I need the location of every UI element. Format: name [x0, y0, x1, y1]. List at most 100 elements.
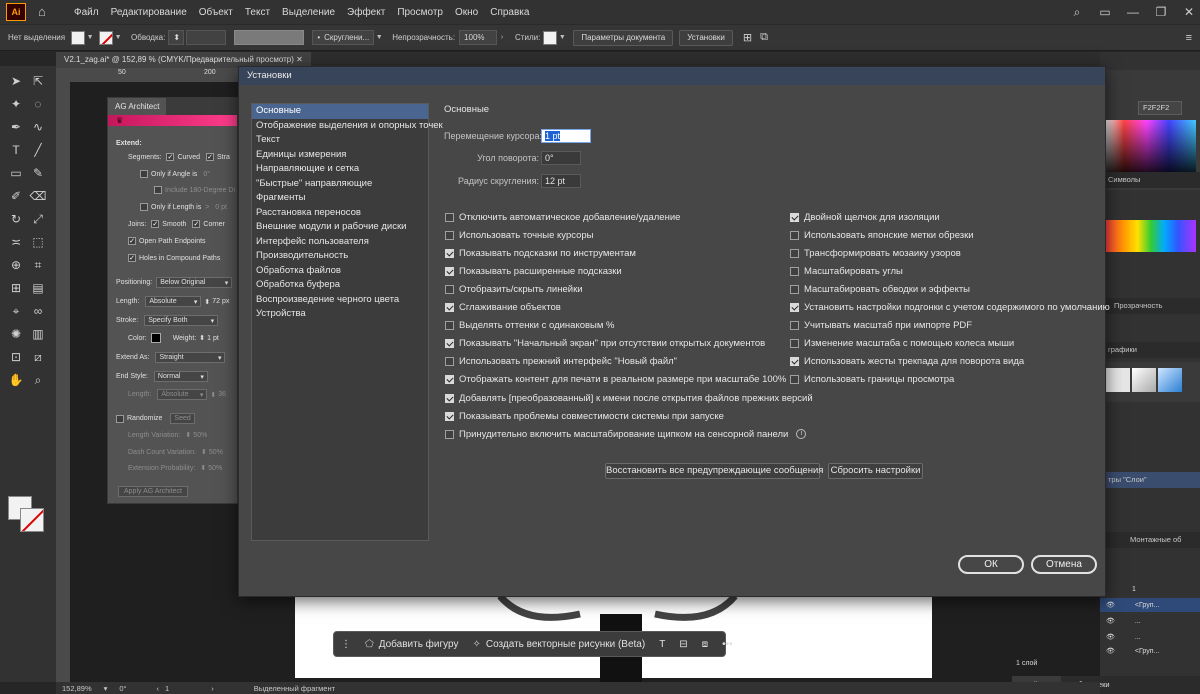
option-checkbox[interactable]	[445, 230, 454, 240]
preference-option[interactable]: Отображать контент для печати в реальном…	[445, 374, 786, 386]
option-checkbox[interactable]	[445, 266, 454, 276]
option-checkbox[interactable]	[790, 248, 799, 258]
preference-option[interactable]: Использовать границы просмотра	[790, 374, 954, 386]
length-stepper-icon[interactable]: ⬍	[204, 298, 210, 306]
category-item[interactable]: Единицы измерения	[252, 148, 428, 163]
preference-option[interactable]: Принудительно включить масштабирование щ…	[445, 428, 807, 440]
more-icon[interactable]: •••	[715, 639, 740, 650]
category-item[interactable]: Отображение выделения и опорных точек	[252, 119, 443, 134]
ok-button[interactable]: ОК	[958, 555, 1024, 574]
preferences-button[interactable]: Установки	[679, 29, 733, 46]
category-item[interactable]: Обработка буфера	[252, 278, 428, 293]
corner-checkbox[interactable]: ✓	[192, 220, 201, 228]
reset-settings-button[interactable]: Сбросить настройки	[828, 463, 923, 479]
preference-option[interactable]: Сглаживание объектов	[445, 302, 561, 314]
preference-option[interactable]: Отобразить/скрыть линейки	[445, 283, 583, 295]
vertical-ruler[interactable]	[56, 82, 70, 682]
menu-item[interactable]: Просмотр	[391, 7, 449, 18]
menu-item[interactable]: Выделение	[276, 7, 341, 18]
menu-item[interactable]: Редактирование	[105, 7, 193, 18]
option-checkbox[interactable]	[790, 303, 799, 312]
length-mode-select[interactable]: Absolute ▾	[145, 296, 202, 307]
option-checkbox[interactable]	[445, 393, 454, 403]
dash-count-value[interactable]: 50%	[209, 449, 223, 456]
search-icon[interactable]: ⌕	[1066, 5, 1088, 20]
option-checkbox[interactable]	[790, 212, 799, 222]
menu-item[interactable]: Окно	[449, 7, 484, 18]
layer-style-header[interactable]: тры "Слои"	[1100, 472, 1200, 488]
stroke-weight-stepper[interactable]: ⬍	[168, 30, 185, 45]
line-tool-icon[interactable]: ╱	[28, 141, 48, 159]
artboard-number[interactable]: 1	[165, 684, 169, 693]
rotate-tool-icon[interactable]: ↻	[6, 210, 26, 228]
menu-item[interactable]: Текст	[239, 7, 276, 18]
preference-option[interactable]: Показывать "Начальный экран" при отсутст…	[445, 338, 765, 350]
create-vector-button[interactable]: ✧ Создать векторные рисунки (Beta)	[465, 639, 652, 650]
preference-option[interactable]: Двойной щелчок для изоляции	[790, 211, 940, 223]
selection-tool-icon[interactable]: ➤	[6, 72, 26, 90]
shaper-tool-icon[interactable]: ✐	[6, 187, 26, 205]
smooth-checkbox[interactable]: ✓	[151, 220, 160, 228]
eye-icon[interactable]: 👁	[1106, 601, 1115, 609]
color-spectrum[interactable]	[1106, 120, 1196, 180]
category-item[interactable]: Производительность	[252, 249, 428, 264]
apply-ag-architect-button[interactable]: Apply AG Architect	[118, 486, 188, 497]
cursor-key-input[interactable]: 1 pt	[541, 129, 591, 143]
stepper-icon[interactable]: ⬍	[201, 448, 207, 456]
positioning-select[interactable]: Below Original ▾	[156, 277, 233, 288]
option-checkbox[interactable]	[790, 321, 799, 331]
symbols-panel-header[interactable]: Символы	[1100, 172, 1200, 188]
chevron-right-icon[interactable]: ›	[497, 34, 507, 41]
preference-option[interactable]: Использовать прежний интерфейс "Новый фа…	[445, 356, 677, 368]
preference-option[interactable]: Масштабировать углы	[790, 265, 903, 277]
perspective-grid-icon[interactable]: ⌗	[28, 256, 48, 274]
category-item[interactable]: Текст	[252, 133, 428, 148]
stroke-select[interactable]: Specify Both ▾	[144, 315, 219, 326]
radius-input[interactable]: 12 pt	[541, 174, 581, 188]
weight-value[interactable]: 1 pt	[207, 335, 219, 342]
stroke-color-icon[interactable]	[20, 508, 44, 532]
holes-checkbox[interactable]: ✓	[128, 254, 136, 262]
option-checkbox[interactable]	[445, 212, 454, 222]
preference-option[interactable]: Масштабировать обводки и эффекты	[790, 283, 970, 295]
panel-menu-icon[interactable]: ≡	[1186, 32, 1192, 44]
length2-stepper-icon[interactable]: ⬍	[210, 391, 216, 399]
graphic-style-swatch[interactable]	[543, 30, 558, 45]
option-checkbox[interactable]	[445, 321, 454, 331]
category-item[interactable]: Фрагменты	[252, 191, 428, 206]
opacity-input[interactable]: 100%	[459, 30, 498, 45]
category-item[interactable]: Внешние модули и рабочие диски	[252, 220, 428, 235]
align-icon[interactable]: ⊞	[743, 31, 752, 44]
option-checkbox[interactable]	[445, 339, 454, 349]
preference-option[interactable]: Показывать расширенные подсказки	[445, 265, 622, 277]
layer-row[interactable]: 👁 <Груп...	[1100, 598, 1200, 612]
category-item[interactable]: Обработка файлов	[252, 264, 428, 279]
type-tool-icon[interactable]: T	[652, 639, 672, 650]
angle-input[interactable]: 0°	[541, 151, 581, 165]
lasso-icon[interactable]: ◌	[28, 95, 48, 113]
prev-artboard-icon[interactable]: ‹	[157, 684, 160, 693]
scale-tool-icon[interactable]: ⤢	[28, 210, 48, 228]
minimize-button[interactable]: —	[1122, 5, 1144, 19]
curved-checkbox[interactable]: ✓	[166, 153, 175, 161]
artboard-tool-icon[interactable]: ⊡	[6, 348, 26, 366]
cancel-button[interactable]: Отмена	[1031, 555, 1097, 574]
preference-option[interactable]: Использовать жесты трекпада для поворота…	[790, 356, 1024, 368]
length-variation-value[interactable]: 50%	[193, 432, 207, 439]
chevron-down-icon[interactable]: ▼	[374, 34, 384, 41]
option-checkbox[interactable]	[445, 375, 454, 385]
option-checkbox[interactable]	[790, 284, 799, 294]
preference-option[interactable]: Трансформировать мозаику узоров	[790, 247, 961, 259]
extend-as-select[interactable]: Straight ▾	[155, 352, 226, 363]
length2-number[interactable]: 36	[218, 391, 226, 398]
chevron-down-icon[interactable]: ▼	[557, 34, 567, 41]
eye-icon[interactable]: 👁	[1106, 617, 1115, 625]
graphic-style-thumb[interactable]	[1132, 368, 1156, 392]
end-style-select[interactable]: Normal ▾	[153, 371, 208, 382]
preference-option[interactable]: Отключить автоматическое добавление/удал…	[445, 211, 680, 223]
eye-icon[interactable]: 👁	[1106, 633, 1115, 641]
category-item[interactable]: Устройства	[252, 307, 428, 322]
preference-option[interactable]: Установить настройки подгонки с учетом с…	[790, 302, 1110, 314]
category-item[interactable]: Воспроизведение черного цвета	[252, 293, 428, 308]
symbol-sprayer-icon[interactable]: ✺	[6, 325, 26, 343]
